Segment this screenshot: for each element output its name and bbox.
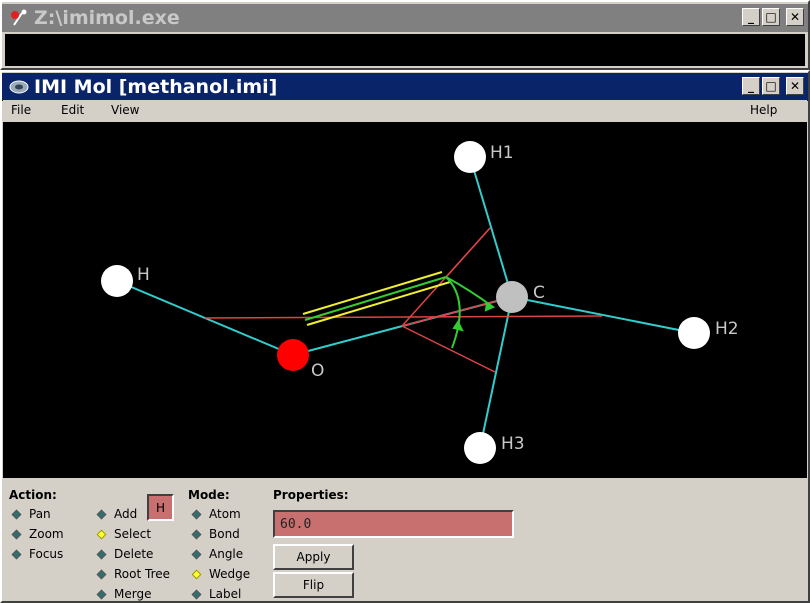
control-panel: Action: Pan Zoom Focus Add Select Delete Root… bbox=[3, 480, 807, 603]
atom-label-h3: H3 bbox=[501, 434, 525, 454]
inner-window-title: IMI Mol [methanol.imi] bbox=[34, 76, 278, 98]
outer-title-bar[interactable]: Z:\imimol.exe _ □ ✕ bbox=[2, 4, 808, 32]
atom-label-o: O bbox=[311, 361, 324, 381]
mode-radio-label: Atom bbox=[209, 507, 241, 521]
action-radio-zoom[interactable]: Zoom bbox=[11, 527, 64, 541]
atom-c[interactable] bbox=[496, 281, 528, 313]
molecule-view[interactable]: H1 H C H2 O H3 bbox=[3, 122, 807, 478]
inner-minimize-button[interactable]: _ bbox=[742, 77, 760, 95]
radio-diamond-icon bbox=[11, 529, 22, 539]
wedge-angle-arc bbox=[304, 276, 496, 349]
tool-radio-label: Delete bbox=[114, 547, 154, 561]
inner-title-bar[interactable]: IMI Mol [methanol.imi] _ □ ✕ bbox=[2, 73, 808, 101]
element-selector[interactable]: H bbox=[147, 494, 174, 521]
close-icon: ✕ bbox=[789, 10, 801, 24]
inner-close-button[interactable]: ✕ bbox=[786, 77, 804, 95]
menu-view[interactable]: View bbox=[111, 103, 139, 117]
menu-file[interactable]: File bbox=[11, 103, 31, 117]
radio-diamond-icon bbox=[191, 589, 202, 599]
outer-window: Z:\imimol.exe _ □ ✕ bbox=[0, 0, 810, 70]
tool-radio-label: Merge bbox=[114, 587, 152, 601]
menu-edit[interactable]: Edit bbox=[61, 103, 84, 117]
bond-c-h3[interactable] bbox=[479, 296, 513, 449]
radio-diamond-icon bbox=[11, 549, 22, 559]
molecule-canvas[interactable]: H1 H C H2 O H3 bbox=[3, 122, 807, 478]
radio-diamond-icon bbox=[96, 549, 107, 559]
flip-button[interactable]: Flip bbox=[273, 572, 354, 598]
mode-radio-wedge[interactable]: Wedge bbox=[191, 567, 251, 581]
properties-header: Properties: bbox=[273, 488, 349, 502]
atom-h3[interactable] bbox=[464, 432, 496, 464]
atom-h2[interactable] bbox=[678, 317, 710, 349]
atom-label-h1: H1 bbox=[490, 143, 514, 163]
inner-maximize-button[interactable]: □ bbox=[762, 77, 780, 95]
menubar: File Edit View Help bbox=[3, 100, 807, 120]
outer-window-title: Z:\imimol.exe bbox=[34, 7, 180, 29]
tool-radio-label: Add bbox=[114, 507, 138, 521]
radio-diamond-icon bbox=[191, 529, 202, 539]
mode-radio-label: Bond bbox=[209, 527, 240, 541]
outer-minimize-button[interactable]: _ bbox=[742, 8, 760, 26]
action-radio-label: Focus bbox=[29, 547, 64, 561]
apply-button[interactable]: Apply bbox=[273, 544, 354, 570]
atom-h1[interactable] bbox=[454, 141, 486, 173]
maximize-icon: □ bbox=[765, 79, 777, 93]
maximize-icon: □ bbox=[765, 10, 777, 24]
action-radio-label: Pan bbox=[29, 507, 51, 521]
minimize-icon: _ bbox=[748, 10, 754, 24]
radio-diamond-icon bbox=[96, 589, 107, 599]
mode-header: Mode: bbox=[188, 488, 230, 502]
bond-c-h1[interactable] bbox=[469, 156, 513, 298]
mode-radio-atom[interactable]: Atom bbox=[191, 507, 241, 521]
properties-value-field[interactable]: 60.0 bbox=[273, 510, 514, 538]
atom-o[interactable] bbox=[277, 339, 309, 371]
close-icon: ✕ bbox=[789, 79, 801, 93]
radio-diamond-icon bbox=[96, 569, 107, 579]
app-icon bbox=[8, 76, 30, 98]
mode-radio-label: Wedge bbox=[209, 567, 251, 581]
mode-radio-bond[interactable]: Bond bbox=[191, 527, 240, 541]
tool-radio-label: Select bbox=[114, 527, 152, 541]
tool-radio-delete[interactable]: Delete bbox=[96, 547, 154, 561]
tool-radio-label: Root Tree bbox=[114, 567, 171, 581]
radio-diamond-icon bbox=[96, 529, 107, 539]
menu-help[interactable]: Help bbox=[750, 103, 777, 117]
atom-label-c: C bbox=[533, 283, 545, 303]
radio-diamond-icon bbox=[11, 509, 22, 519]
action-radio-label: Zoom bbox=[29, 527, 64, 541]
radio-diamond-icon bbox=[191, 509, 202, 519]
radio-diamond-icon bbox=[191, 569, 202, 579]
mode-radio-angle[interactable]: Angle bbox=[191, 547, 244, 561]
minimize-icon: _ bbox=[748, 79, 754, 93]
atom-h[interactable] bbox=[101, 265, 133, 297]
mode-radio-label[interactable]: Label bbox=[191, 587, 242, 601]
radio-diamond-icon bbox=[96, 509, 107, 519]
tool-radio-add[interactable]: Add bbox=[96, 507, 138, 521]
app-icon bbox=[8, 7, 30, 29]
tool-radio-select[interactable]: Select bbox=[96, 527, 152, 541]
action-radio-focus[interactable]: Focus bbox=[11, 547, 64, 561]
outer-close-button[interactable]: ✕ bbox=[786, 8, 804, 26]
atom-label-h2: H2 bbox=[715, 319, 739, 339]
tool-radio-merge[interactable]: Merge bbox=[96, 587, 152, 601]
outer-maximize-button[interactable]: □ bbox=[762, 8, 780, 26]
tool-radio-root-tree[interactable]: Root Tree bbox=[96, 567, 171, 581]
action-header: Action: bbox=[9, 488, 57, 502]
atom-label-h: H bbox=[137, 265, 150, 285]
radio-diamond-icon bbox=[191, 549, 202, 559]
mode-radio-label: Angle bbox=[209, 547, 244, 561]
action-radio-pan[interactable]: Pan bbox=[11, 507, 51, 521]
mode-radio-label: Label bbox=[209, 587, 242, 601]
outer-window-body bbox=[5, 34, 805, 66]
